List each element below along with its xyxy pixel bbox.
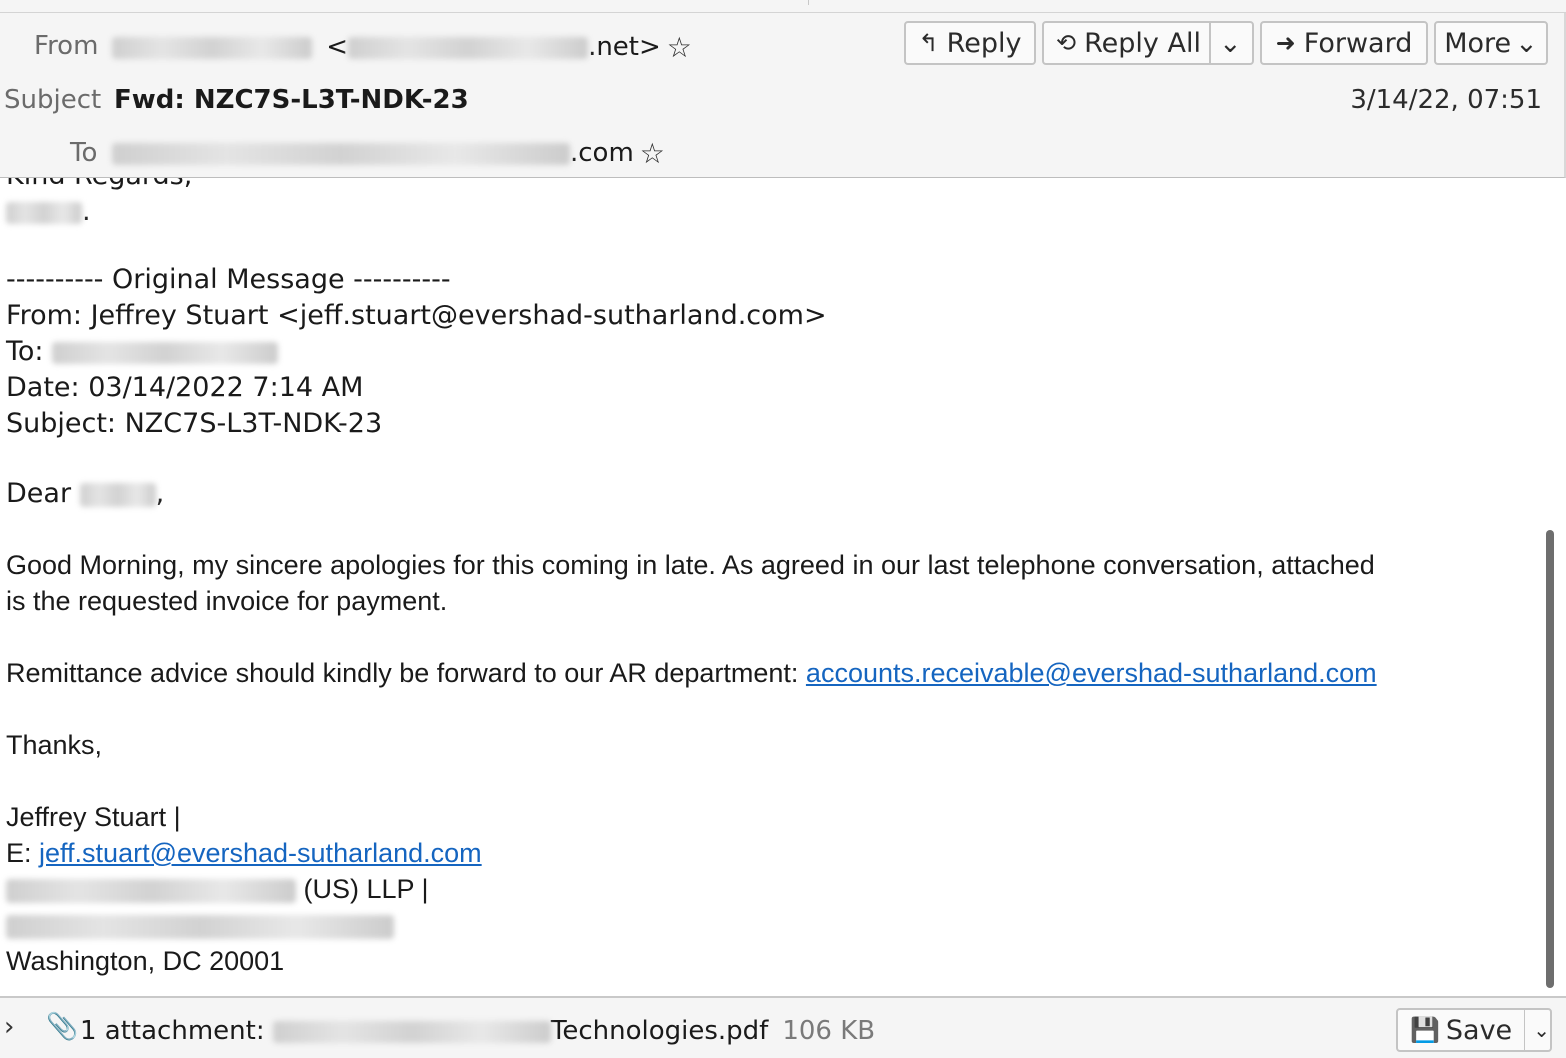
redacted-recipient-email	[112, 142, 570, 165]
reply-label: Reply	[946, 27, 1022, 59]
to-domain-suffix: .com	[570, 138, 634, 168]
message-date: 3/14/22, 07:51	[1350, 85, 1542, 115]
chevron-down-icon: ⌄	[1515, 27, 1538, 59]
reply-icon: ↰	[918, 29, 939, 57]
redacted-sender-name	[112, 36, 312, 59]
original-date: Date: 03/14/2022 7:14 AM	[6, 372, 364, 403]
window-top-edge	[0, 0, 1566, 13]
expand-icon[interactable]: ›	[4, 1012, 14, 1042]
more-label: More	[1444, 27, 1512, 59]
signature-email-link[interactable]: jeff.stuart@evershad-sutharland.com	[39, 838, 482, 868]
chevron-down-icon[interactable]: ⌄	[1219, 28, 1242, 59]
star-icon[interactable]: ☆	[640, 137, 665, 170]
signature-firm-suffix: (US) LLP |	[303, 874, 429, 904]
remittance-email-link[interactable]: accounts.receivable@evershad-sutharland.…	[806, 658, 1377, 688]
original-to-label: To:	[6, 336, 44, 367]
signature-email-line: E: jeff.stuart@evershad-sutharland.com	[6, 838, 482, 869]
forward-label: Forward	[1303, 27, 1413, 59]
save-button[interactable]: 💾 Save ⌄	[1396, 1008, 1552, 1052]
forward-button[interactable]: ➜ Forward	[1260, 21, 1428, 65]
original-to: To:	[6, 336, 279, 367]
to-label: To	[70, 138, 98, 168]
reply-button[interactable]: ↰ Reply	[904, 21, 1036, 65]
forward-icon: ➜	[1275, 29, 1296, 57]
from-label: From	[34, 31, 99, 61]
separator-tick	[808, 0, 809, 5]
reply-all-button[interactable]: ⟲ Reply All ⌄	[1042, 21, 1254, 65]
reply-all-label: Reply All	[1084, 27, 1201, 59]
redacted-attachment-name	[272, 1020, 551, 1043]
paragraph-1-line-2: is the requested invoice for payment.	[6, 586, 448, 616]
greeting: Dear ,	[6, 478, 164, 509]
greeting-comma: ,	[155, 478, 165, 509]
thanks-text: Thanks,	[6, 730, 103, 760]
signature-city: Washington, DC 20001	[6, 946, 285, 976]
from-value[interactable]: < .net> ☆	[112, 31, 692, 64]
redacted-original-recipient	[52, 341, 279, 364]
save-icon: 💾	[1410, 1016, 1440, 1044]
message-body: Kind Regards, . ---------- Original Mess…	[0, 178, 1540, 996]
original-message-separator: ---------- Original Message ----------	[6, 264, 451, 295]
original-subject: Subject: NZC7S-L3T-NDK-23	[6, 408, 383, 439]
star-icon[interactable]: ☆	[667, 31, 692, 64]
chevron-down-icon[interactable]: ⌄	[1533, 1018, 1550, 1042]
signature-address	[6, 910, 394, 941]
redacted-firm-name	[6, 878, 296, 903]
redacted-greeting-name	[79, 482, 156, 507]
attachment-summary[interactable]: 1 attachment: Technologies.pdf 106 KB	[80, 1016, 875, 1046]
paragraph-1-line-1: Good Morning, my sincere apologies for t…	[6, 550, 1375, 580]
split-divider	[1208, 21, 1211, 65]
remittance-text: Remittance advice should kindly be forwa…	[6, 658, 806, 688]
reply-all-icon: ⟲	[1056, 29, 1077, 57]
signature-firm: (US) LLP |	[6, 874, 429, 905]
greeting-dear: Dear	[6, 478, 72, 509]
subject-value: Fwd: NZC7S-L3T-NDK-23	[114, 85, 469, 115]
original-from: From: Jeffrey Stuart <jeff.stuart@eversh…	[6, 300, 827, 331]
paperclip-icon: 📎	[46, 1012, 79, 1042]
more-button[interactable]: More ⌄	[1434, 21, 1548, 65]
attachment-size: 106 KB	[782, 1016, 876, 1046]
to-value[interactable]: .com ☆	[112, 137, 665, 170]
from-domain-suffix: .net>	[588, 32, 661, 62]
message-header: From < .net> ☆ Subject Fwd: NZC7S-L3T-NDK-…	[0, 13, 1566, 178]
message-scrollbar[interactable]	[1542, 178, 1566, 996]
subject-label: Subject	[4, 85, 102, 115]
signature-name: Jeffrey Stuart |	[6, 802, 181, 832]
attachment-filename-suffix: Technologies.pdf	[550, 1016, 769, 1046]
redacted-sender-email	[348, 36, 589, 59]
attachment-count: 1 attachment:	[80, 1016, 265, 1046]
redacted-street-address	[6, 914, 394, 939]
signature-email-label: E:	[6, 838, 40, 868]
split-divider	[1524, 1008, 1526, 1052]
scrollbar-thumb[interactable]	[1546, 530, 1554, 988]
signoff-period: .	[82, 196, 91, 227]
attachment-bar: › 📎 1 attachment: Technologies.pdf 106 KB…	[0, 996, 1566, 1058]
sender-signoff: .	[6, 196, 91, 227]
remittance-paragraph: Remittance advice should kindly be forwa…	[6, 658, 1377, 689]
redacted-signoff-name	[6, 201, 82, 224]
kind-regards-text: Kind Regards,	[6, 178, 192, 191]
save-label: Save	[1445, 1014, 1513, 1046]
